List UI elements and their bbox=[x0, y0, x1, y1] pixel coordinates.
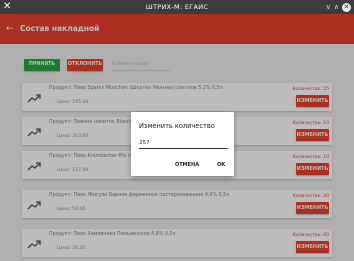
window-close-icon[interactable]: ✕ bbox=[342, 2, 351, 12]
window-titlebar: ✕ ШТРИХ-М: ЕГАИС ∨ ∧ ✕ bbox=[0, 0, 354, 14]
minimize-icon[interactable]: ∨ bbox=[326, 0, 331, 14]
quantity-input[interactable]: 257 bbox=[139, 139, 228, 149]
cancel-button[interactable]: ОТМЕНА bbox=[175, 162, 199, 168]
maximize-icon[interactable]: ∧ bbox=[334, 0, 339, 14]
dialog-title: Изменить количество bbox=[139, 122, 215, 130]
window-controls: ∨ ∧ ✕ bbox=[326, 0, 351, 14]
window-title: ШТРИХ-М: ЕГАИС bbox=[145, 3, 209, 11]
change-quantity-dialog: Изменить количество 257 ОТМЕНА ОК bbox=[131, 112, 234, 176]
ok-button[interactable]: ОК bbox=[217, 162, 225, 168]
